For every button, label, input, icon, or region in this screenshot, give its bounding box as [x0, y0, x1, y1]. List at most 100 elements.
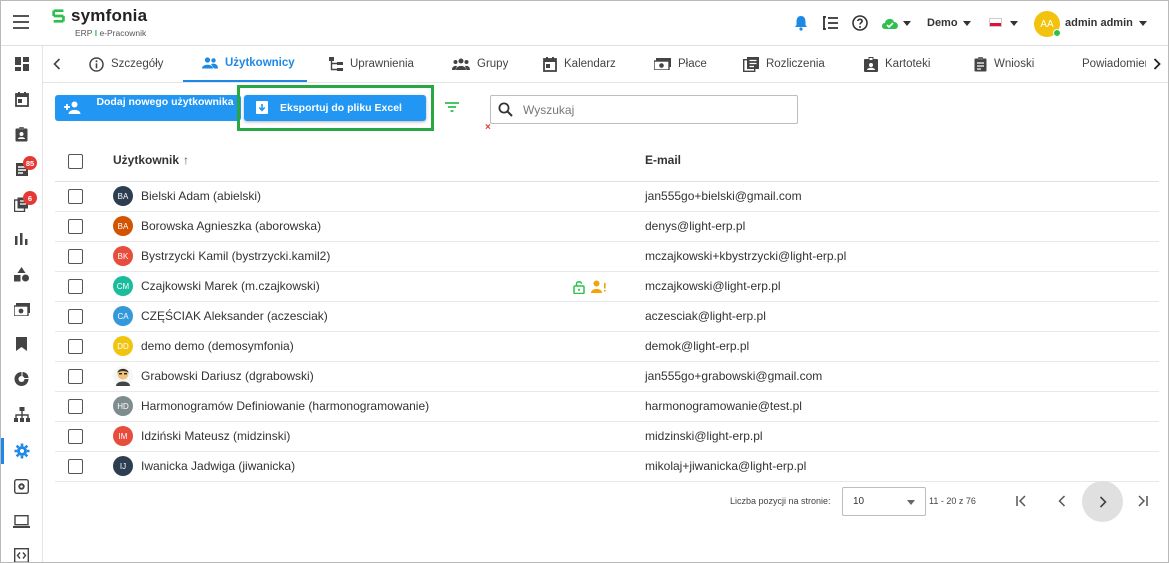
tab-szczegoly[interactable]: Szczegóły [89, 46, 163, 82]
column-header-user[interactable]: Użytkownik ↑ [113, 153, 189, 167]
tab-powiadomienia[interactable]: Powiadomienia [1075, 46, 1146, 82]
filter-icon[interactable] [445, 101, 459, 115]
row-checkbox[interactable] [68, 429, 83, 444]
documents-badge: 85 [23, 156, 37, 170]
sidebar-item-settings[interactable] [1, 436, 42, 466]
user-name-cell[interactable]: demo demo (demosymfonia) [141, 339, 294, 353]
settings-box-icon [14, 478, 29, 494]
sidebar-item-documents[interactable]: 85 [1, 154, 42, 184]
row-checkbox[interactable] [68, 249, 83, 264]
user-name-cell[interactable]: Harmonogramów Definiowanie (harmonogramo… [141, 399, 429, 413]
user-name-cell[interactable]: Bielski Adam (abielski) [141, 189, 261, 203]
pie-icon [14, 372, 29, 386]
tab-kartoteki[interactable]: Kartoteki [864, 46, 930, 82]
select-all-checkbox[interactable] [68, 154, 83, 169]
row-checkbox[interactable] [68, 219, 83, 234]
user-name-cell[interactable]: Iwanicka Jadwiga (jiwanicka) [141, 459, 295, 473]
user-name-cell[interactable]: Borowska Agnieszka (aborowska) [141, 219, 321, 233]
help-icon[interactable] [852, 13, 868, 33]
lock-open-icon[interactable] [573, 280, 585, 294]
user-name-cell[interactable]: Bystrzycki Kamil (bystrzycki.kamil2) [141, 249, 330, 263]
user-avatar: IM [113, 426, 133, 446]
sidebar-item-payroll[interactable] [1, 294, 42, 324]
sidebar-item-devices[interactable] [1, 506, 42, 536]
tabs-scroll-right-icon[interactable] [1149, 56, 1165, 72]
per-page-select[interactable]: 10 [842, 487, 926, 516]
row-checkbox[interactable] [68, 369, 83, 384]
user-email-cell: jan555go+grabowski@gmail.com [645, 369, 823, 383]
tab-grupy[interactable]: Grupy [452, 46, 508, 82]
top-header: symfonia ERP I e-Pracownik Demo AA admin… [1, 1, 1168, 46]
logo-sub-separator: I [94, 28, 98, 38]
tab-kalendarz[interactable]: Kalendarz [543, 46, 616, 82]
tab-label: Powiadomienia [1082, 58, 1146, 70]
user-avatar: BA [113, 216, 133, 236]
badge-icon [864, 56, 878, 72]
language-caret-icon[interactable] [1010, 21, 1018, 26]
payroll-icon [13, 302, 30, 316]
tabs-scroll-left-icon[interactable] [49, 56, 65, 72]
tab-place[interactable]: Płace [654, 46, 707, 82]
user-warning-icon[interactable] [591, 280, 607, 293]
user-avatar: BK [113, 246, 133, 266]
list-icon[interactable] [822, 13, 839, 33]
column-header-email[interactable]: E-mail [645, 153, 681, 167]
sidebar-item-structure[interactable] [1, 399, 42, 429]
sort-arrow-icon[interactable]: ↑ [183, 153, 189, 167]
sidebar-item-stats[interactable] [1, 364, 42, 394]
bell-icon[interactable] [794, 13, 808, 33]
logo-sub-erp: ERP [75, 28, 93, 38]
sidebar-item-categories[interactable] [1, 259, 42, 289]
org-icon [13, 406, 30, 422]
user-name-cell[interactable]: CZĘŚCIAK Aleksander (aczesciak) [141, 309, 328, 323]
tab-label: Rozliczenia [766, 58, 825, 70]
sidebar-item-developer[interactable] [1, 540, 42, 562]
user-avatar [113, 366, 133, 386]
export-excel-button[interactable]: Eksportuj do pliku Excel [244, 95, 426, 121]
next-page-button[interactable] [1082, 481, 1123, 522]
cloud-status-icon[interactable] [880, 13, 911, 33]
sidebar-item-dashboard[interactable] [1, 49, 42, 79]
user-name-cell[interactable]: Czajkowski Marek (m.czajkowski) [141, 279, 320, 293]
row-checkbox[interactable] [68, 399, 83, 414]
dashboard-icon [14, 57, 29, 71]
download-file-icon [256, 101, 268, 114]
clipboard-icon [15, 126, 28, 141]
tree-icon [329, 57, 343, 71]
user-name-cell[interactable]: Idziński Mateusz (midzinski) [141, 429, 290, 443]
user-menu[interactable]: admin admin [1065, 17, 1147, 29]
row-checkbox[interactable] [68, 309, 83, 324]
sidebar-item-system[interactable] [1, 471, 42, 501]
sidebar-item-reports[interactable] [1, 224, 42, 254]
menu-icon[interactable] [13, 15, 29, 29]
first-page-button[interactable] [1001, 481, 1041, 521]
row-checkbox[interactable] [68, 189, 83, 204]
calendar-icon [543, 56, 557, 72]
sidebar-item-clipboard[interactable] [1, 119, 42, 149]
add-user-button[interactable]: Dodaj nowego użytkownika [55, 95, 241, 121]
row-checkbox[interactable] [68, 339, 83, 354]
info-icon [89, 56, 104, 72]
company-selector[interactable]: Demo [927, 17, 971, 29]
user-avatar: CA [113, 306, 133, 326]
row-checkbox[interactable] [68, 459, 83, 474]
column-email-label: E-mail [645, 153, 682, 167]
flag-pl-icon[interactable] [989, 18, 1002, 27]
last-page-button[interactable] [1123, 481, 1163, 521]
tab-wnioski[interactable]: Wnioski [974, 46, 1034, 82]
sidebar-item-requests[interactable]: 6 [1, 189, 42, 219]
user-email-cell: mczajkowski@light-erp.pl [645, 279, 781, 293]
search-input[interactable] [523, 102, 783, 118]
tab-uprawnienia[interactable]: Uprawnienia [329, 46, 414, 82]
tab-uzytkownicy[interactable]: Użytkownicy [183, 46, 307, 82]
previous-page-button[interactable] [1042, 481, 1082, 521]
clear-filter-icon[interactable]: × [485, 122, 491, 133]
money-icon [654, 58, 671, 70]
tab-label: Płace [678, 58, 707, 70]
tab-rozliczenia[interactable]: Rozliczenia [743, 46, 825, 82]
sidebar-item-bookmarks[interactable] [1, 329, 42, 359]
sidebar-item-calendar[interactable] [1, 84, 42, 114]
user-name-cell[interactable]: Grabowski Dariusz (dgrabowski) [141, 369, 314, 383]
user-email-cell: mczajkowski+kbystrzycki@light-erp.pl [645, 249, 847, 263]
row-checkbox[interactable] [68, 279, 83, 294]
